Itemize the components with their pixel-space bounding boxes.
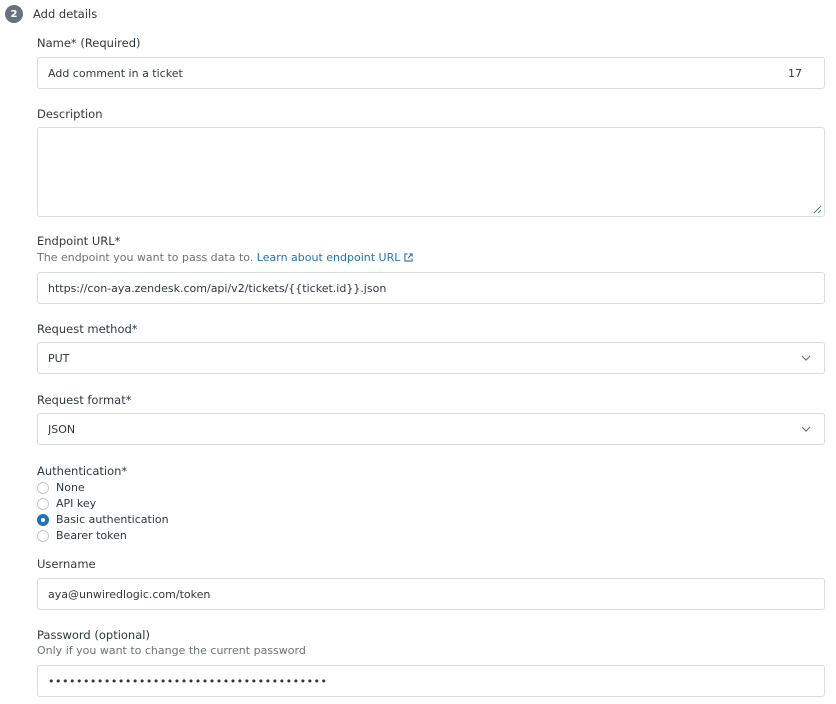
auth-option-api-key[interactable]: API key (37, 497, 96, 510)
request-format-value: JSON (48, 422, 76, 436)
name-input-value: Add comment in a ticket (48, 66, 183, 80)
auth-option-bearer[interactable]: Bearer token (37, 529, 127, 542)
chevron-down-icon (801, 355, 811, 361)
auth-option-none[interactable]: None (37, 481, 85, 494)
step-title: Add details (33, 7, 98, 21)
username-label: Username (37, 557, 96, 571)
radio-api-key[interactable] (37, 497, 49, 510)
description-label: Description (37, 107, 103, 121)
auth-option-basic[interactable]: Basic authentication (37, 513, 169, 526)
step-number-badge: 2 (5, 5, 23, 23)
password-input[interactable]: •••••••••••••••••••••••••••••••••••••••• (37, 665, 825, 697)
auth-option-label: Bearer token (56, 529, 127, 542)
radio-none[interactable] (37, 481, 49, 494)
request-format-label: Request format* (37, 393, 132, 407)
chevron-down-icon (801, 426, 811, 432)
learn-endpoint-link[interactable]: Learn about endpoint URL (257, 251, 413, 264)
auth-option-label: API key (56, 497, 97, 510)
name-char-counter: 17 (788, 66, 802, 80)
authentication-label: Authentication* (37, 464, 128, 478)
endpoint-url-input[interactable]: https://con-aya.zendesk.com/api/v2/ticke… (37, 272, 825, 304)
name-label: Name* (Required) (37, 36, 141, 50)
password-label: Password (optional) (37, 628, 150, 642)
request-method-label: Request method* (37, 322, 138, 336)
step-header: 2 Add details (5, 5, 97, 23)
radio-bearer[interactable] (37, 529, 49, 542)
learn-endpoint-link-text: Learn about endpoint URL (256, 251, 401, 264)
endpoint-url-value: https://con-aya.zendesk.com/api/v2/ticke… (48, 281, 387, 295)
request-method-value: PUT (48, 351, 70, 365)
request-method-select[interactable]: PUT (37, 342, 825, 374)
endpoint-hint: The endpoint you want to pass data to. L… (37, 251, 413, 264)
radio-basic-selected[interactable] (37, 513, 49, 526)
username-value: aya@unwiredlogic.com/token (48, 587, 211, 601)
endpoint-hint-text: The endpoint you want to pass data to. (37, 251, 254, 264)
name-input[interactable]: Add comment in a ticket 17 (37, 57, 825, 89)
username-input[interactable]: aya@unwiredlogic.com/token (37, 578, 825, 610)
password-value: •••••••••••••••••••••••••••••••••••••••• (48, 674, 328, 688)
description-textarea[interactable] (37, 127, 825, 217)
password-hint: Only if you want to change the current p… (37, 644, 306, 657)
auth-option-label: None (56, 481, 85, 494)
auth-option-label: Basic authentication (56, 513, 169, 526)
request-format-select[interactable]: JSON (37, 413, 825, 445)
endpoint-label: Endpoint URL* (37, 234, 121, 248)
external-link-icon (404, 253, 413, 262)
resize-handle-icon[interactable] (813, 205, 822, 214)
